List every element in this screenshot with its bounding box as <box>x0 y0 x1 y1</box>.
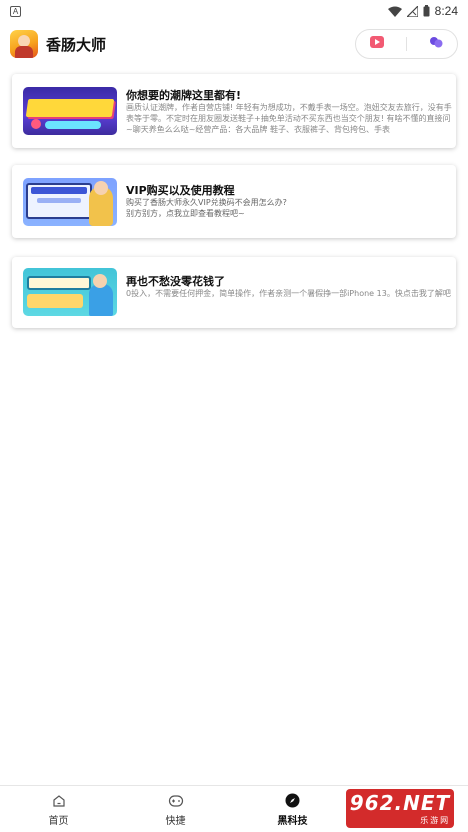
nav-label: 快捷 <box>165 815 186 827</box>
watermark-sub: 乐游网 <box>420 816 451 825</box>
card-pocket-money[interactable]: 再也不愁没零花钱了 0投入，不需要任何押金，简单操作，作者亲测一个暑假挣一部iP… <box>12 257 456 328</box>
watermark-main: 962.NET <box>349 791 451 815</box>
card-thumbnail <box>23 87 117 135</box>
header-divider <box>406 37 407 51</box>
nav-item-home[interactable]: 首页 <box>0 786 117 832</box>
nav-label: 黑科技 <box>277 815 308 827</box>
video-button[interactable] <box>360 31 394 57</box>
status-a-icon: A <box>10 5 21 17</box>
app-header: 香肠大师 <box>0 24 468 64</box>
app-title: 香肠大师 <box>46 35 107 54</box>
header-actions <box>355 29 458 59</box>
nav-item-shortcuts[interactable]: 快捷 <box>117 786 234 832</box>
signal-icon <box>406 5 418 17</box>
app-logo <box>10 30 38 58</box>
home-icon <box>52 792 66 810</box>
battery-icon <box>423 5 430 17</box>
card-thumbnail <box>23 268 117 316</box>
card-thumbnail <box>23 178 117 226</box>
watermark-logo: 962.NET 乐游网 <box>332 785 468 832</box>
status-time: 8:24 <box>434 4 458 18</box>
card-vip-tutorial[interactable]: VIP购买以及使用教程 购买了香肠大师永久VIP兑换码不会用怎么办? 别方别方，… <box>12 165 456 238</box>
nav-label: 首页 <box>48 815 69 827</box>
wifi-icon <box>387 6 402 17</box>
card-description: 0投入，不需要任何押金，简单操作，作者亲测一个暑假挣一部iPhone 13。快点… <box>126 289 451 298</box>
card-trendy-brands[interactable]: 你想要的潮牌这里都有! 画质认证潮牌，作者自营店铺! 年轻有为想成功，不戴手表一… <box>12 74 456 148</box>
card-title: 你想要的潮牌这里都有! <box>126 89 242 102</box>
gamepad-icon <box>168 792 184 810</box>
card-description: 画质认证潮牌，作者自营店铺! 年轻有为想成功，不戴手表一场空。泡妞交友去旅行，没… <box>126 103 452 134</box>
card-description: 购买了香肠大师永久VIP兑换码不会用怎么办? 别方别方，点我立即查看教程吧~ <box>126 198 287 218</box>
more-button[interactable] <box>419 31 453 57</box>
video-icon <box>369 34 385 54</box>
card-title: 再也不愁没零花钱了 <box>126 275 225 288</box>
more-icon <box>428 34 444 54</box>
compass-icon <box>285 792 300 810</box>
card-title: VIP购买以及使用教程 <box>126 184 235 197</box>
status-bar: A 8:24 <box>0 0 468 22</box>
